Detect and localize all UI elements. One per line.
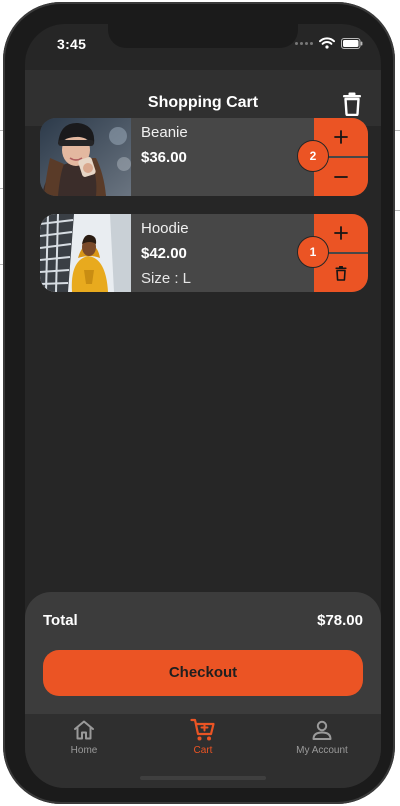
cellular-signal-icon [295, 41, 313, 45]
product-name: Beanie [141, 124, 188, 141]
product-image [40, 214, 131, 292]
product-price: $42.00 [141, 245, 187, 262]
clear-cart-button[interactable] [341, 92, 363, 117]
trash-icon [335, 265, 347, 281]
minus-icon [334, 176, 348, 178]
app-screen: 3:45 Shopping Cart Beanie $36.00 2 Hoodi… [25, 24, 381, 788]
cart-item: Hoodie $42.00 Size : L 1 [40, 214, 368, 292]
wifi-icon [319, 37, 335, 49]
battery-icon [341, 37, 363, 49]
product-size: Size : L [141, 270, 192, 287]
status-time: 3:45 [57, 36, 87, 52]
man-in-yellow-hoodie-photo [40, 214, 131, 292]
tab-home[interactable]: Home [25, 718, 143, 756]
tab-my-account[interactable]: My Account [263, 718, 381, 756]
cart-icon [190, 718, 215, 741]
plus-icon [334, 226, 348, 240]
status-icons [295, 37, 363, 49]
product-image [40, 118, 131, 196]
product-price: $36.00 [141, 149, 187, 166]
order-summary: Total $78.00 Checkout [25, 592, 381, 722]
product-name: Hoodie [141, 220, 189, 237]
device-notch [108, 24, 298, 48]
plus-icon [334, 130, 348, 144]
home-icon [74, 720, 94, 740]
cart-item: Beanie $36.00 2 [40, 118, 368, 196]
tab-label: Home [70, 745, 98, 756]
phone-frame: 3:45 Shopping Cart Beanie $36.00 2 Hoodi… [3, 2, 395, 804]
trash-icon [343, 92, 361, 117]
quantity-badge: 1 [297, 236, 329, 268]
tab-cart[interactable]: Cart [144, 718, 262, 756]
woman-in-black-beanie-photo [40, 118, 131, 196]
quantity-badge: 2 [297, 140, 329, 172]
home-indicator [140, 776, 266, 780]
page-title: Shopping Cart [147, 94, 259, 111]
tab-label: Cart [193, 745, 213, 756]
tab-label: My Account [296, 745, 348, 756]
checkout-button[interactable]: Checkout [43, 650, 363, 696]
total-value: $78.00 [317, 612, 363, 629]
total-label: Total [43, 612, 78, 629]
user-icon [312, 720, 332, 740]
